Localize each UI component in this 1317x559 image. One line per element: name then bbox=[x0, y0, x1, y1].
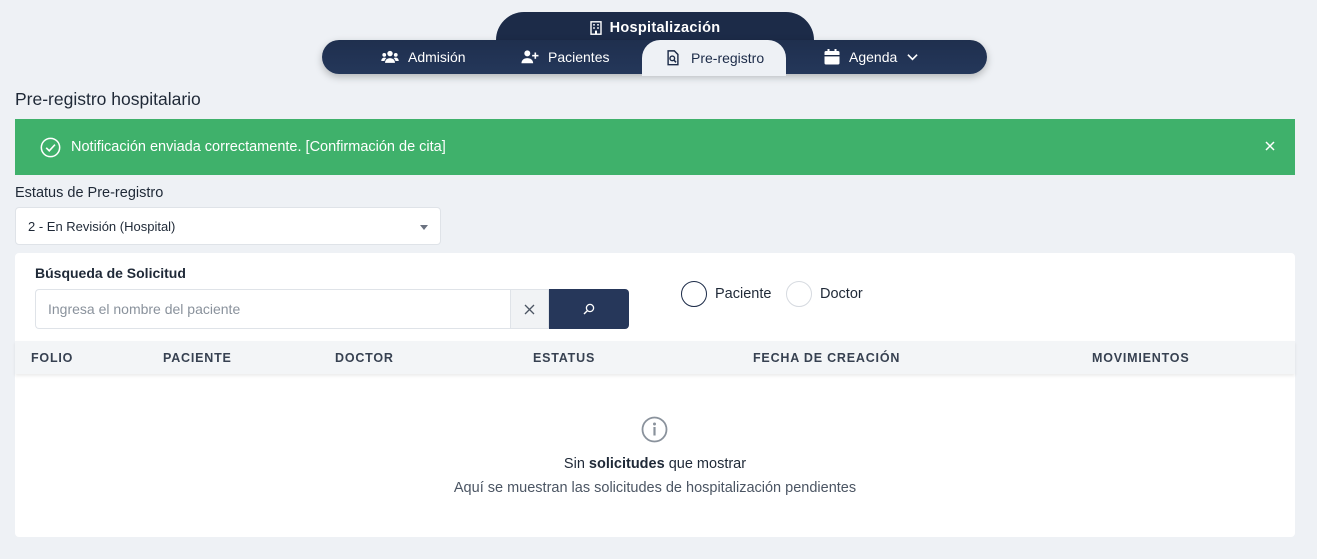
nav-item-pre-registro[interactable]: Pre-registro bbox=[642, 40, 787, 76]
building-icon bbox=[589, 21, 602, 35]
column-paciente[interactable]: PACIENTE bbox=[163, 351, 232, 365]
radio-paciente[interactable]: Paciente bbox=[681, 281, 771, 307]
empty-title-suffix: que mostrar bbox=[664, 456, 747, 472]
column-fecha-creacion[interactable]: FECHA DE CREACIÓN bbox=[753, 351, 900, 365]
success-alert: Notificación enviada correctamente. [Con… bbox=[15, 119, 1295, 175]
radio-circle[interactable] bbox=[786, 281, 812, 307]
requests-card: Búsqueda de Solicitud Paciente Doctor FO… bbox=[15, 253, 1295, 537]
nav-item-pacientes[interactable]: Pacientes bbox=[521, 40, 609, 74]
user-plus-icon bbox=[521, 50, 539, 64]
column-folio[interactable]: FOLIO bbox=[31, 351, 73, 365]
column-movimientos[interactable]: MOVIMIENTOS bbox=[1092, 351, 1189, 365]
alert-message: Notificación enviada correctamente. [Con… bbox=[71, 139, 446, 155]
search-input[interactable] bbox=[35, 289, 510, 329]
check-circle-icon bbox=[40, 137, 61, 157]
empty-title-bold: solicitudes bbox=[588, 456, 665, 472]
table-header: FOLIO PACIENTE DOCTOR ESTATUS FECHA DE C… bbox=[15, 341, 1295, 374]
nav-label-agenda: Agenda bbox=[849, 49, 898, 65]
search-icon bbox=[583, 303, 595, 315]
status-filter-label: Estatus de Pre-registro bbox=[15, 185, 164, 201]
status-filter-value: 2 - En Revisión (Hospital) bbox=[28, 218, 176, 234]
info-icon bbox=[641, 416, 668, 443]
close-icon bbox=[524, 304, 535, 314]
page-title: Pre-registro hospitalario bbox=[15, 89, 201, 109]
search-button[interactable] bbox=[549, 289, 629, 329]
calendar-icon bbox=[824, 49, 840, 65]
nav-label-pre-registro: Pre-registro bbox=[691, 50, 765, 66]
nav-label-admision: Admisión bbox=[408, 49, 466, 65]
nav-item-agenda[interactable]: Agenda bbox=[824, 40, 918, 74]
column-doctor[interactable]: DOCTOR bbox=[335, 351, 394, 365]
radio-circle[interactable] bbox=[681, 281, 707, 307]
close-icon[interactable] bbox=[1263, 139, 1277, 153]
empty-state-subtitle: Aquí se muestran las solicitudes de hosp… bbox=[453, 480, 857, 496]
chevron-down-icon bbox=[907, 54, 918, 61]
file-search-icon bbox=[667, 50, 679, 66]
caret-down-icon bbox=[420, 225, 428, 230]
search-label: Búsqueda de Solicitud bbox=[35, 265, 186, 281]
column-estatus[interactable]: ESTATUS bbox=[533, 351, 595, 365]
clear-search-button[interactable] bbox=[510, 289, 549, 329]
radio-label-doctor: Doctor bbox=[820, 286, 863, 302]
nav-label-pacientes: Pacientes bbox=[548, 49, 610, 65]
users-icon bbox=[381, 50, 399, 63]
status-filter-select[interactable]: 2 - En Revisión (Hospital) bbox=[15, 207, 441, 245]
empty-state-title: Sin solicitudes que mostrar bbox=[15, 456, 1295, 472]
empty-title-prefix: Sin bbox=[563, 456, 589, 472]
nav-item-admision[interactable]: Admisión bbox=[381, 40, 466, 74]
section-title: Hospitalización bbox=[609, 20, 721, 36]
radio-doctor[interactable]: Doctor bbox=[786, 281, 863, 307]
radio-label-paciente: Paciente bbox=[715, 286, 772, 302]
main-nav: Admisión Pacientes Pre-registro Agenda bbox=[322, 40, 987, 76]
